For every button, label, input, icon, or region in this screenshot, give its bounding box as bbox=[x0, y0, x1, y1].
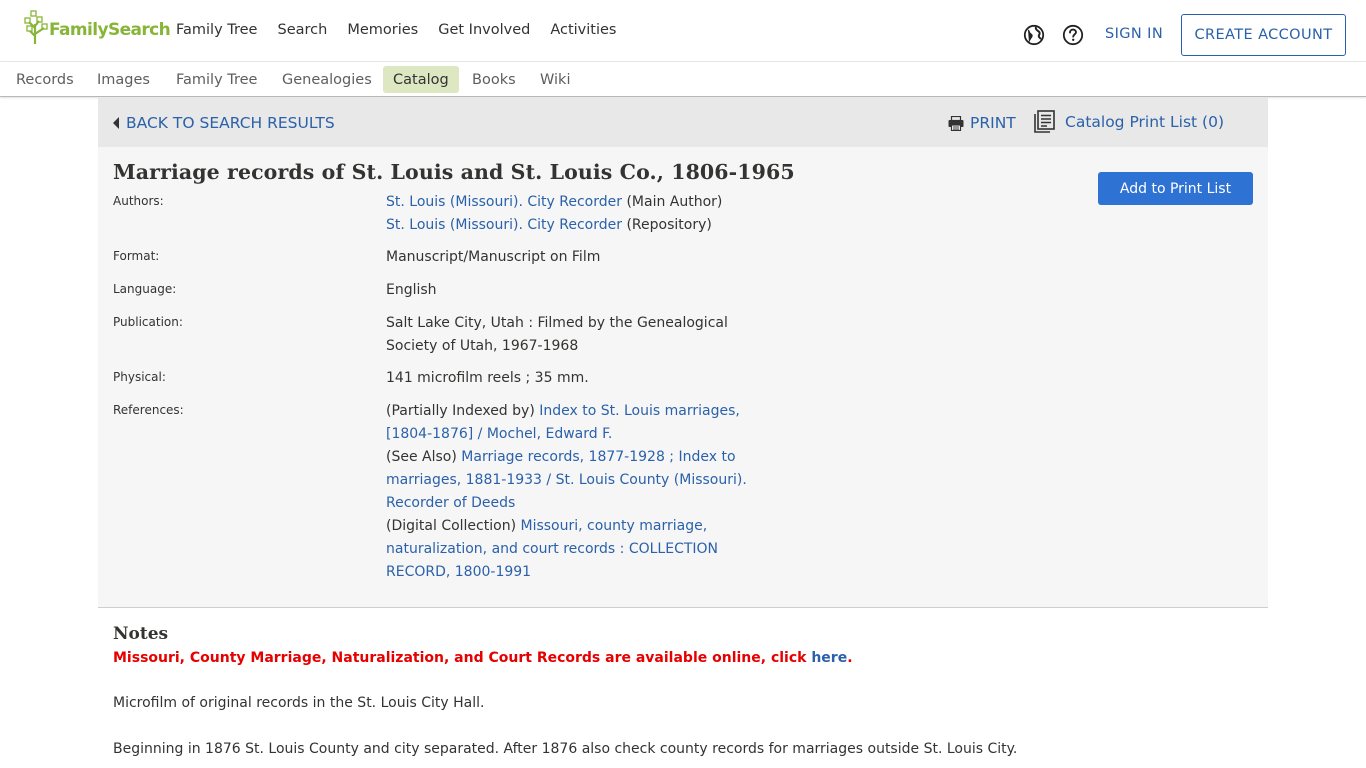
subnav-images[interactable]: Images bbox=[87, 66, 160, 93]
publication-label: Publication: bbox=[113, 315, 183, 329]
notes-here-link[interactable]: here bbox=[811, 650, 847, 666]
catalog-content: BACK TO SEARCH RESULTS PRINT Catalog Pri… bbox=[98, 97, 1268, 768]
reference-item: (Digital Collection) Missouri, county ma… bbox=[386, 515, 761, 584]
printer-icon bbox=[948, 115, 964, 131]
reference-item: (Partially Indexed by) Index to St. Loui… bbox=[386, 400, 761, 446]
language-value: English bbox=[386, 282, 437, 298]
help-circle-icon[interactable] bbox=[1062, 24, 1084, 46]
print-link[interactable]: PRINT bbox=[948, 114, 1016, 132]
back-to-search-results-link[interactable]: BACK TO SEARCH RESULTS bbox=[113, 114, 335, 132]
physical-label: Physical: bbox=[113, 370, 166, 384]
author-link[interactable]: St. Louis (Missouri). City Recorder bbox=[386, 194, 622, 210]
print-label: PRINT bbox=[970, 114, 1016, 132]
record-title: Marriage records of St. Louis and St. Lo… bbox=[113, 160, 795, 184]
author-role: (Repository) bbox=[626, 217, 712, 233]
create-account-button[interactable]: CREATE ACCOUNT bbox=[1181, 14, 1346, 56]
print-list-label: Catalog Print List (0) bbox=[1065, 112, 1225, 131]
globe-icon[interactable] bbox=[1023, 24, 1045, 46]
reference-prefix: (Partially Indexed by) bbox=[386, 403, 535, 419]
nav-search[interactable]: Search bbox=[277, 22, 327, 38]
main-nav: Family Tree Search Memories Get Involved… bbox=[176, 22, 636, 38]
language-label: Language: bbox=[113, 282, 177, 296]
catalog-print-list-link[interactable]: Catalog Print List (0) bbox=[1034, 110, 1224, 133]
references-label: References: bbox=[113, 403, 184, 417]
subnav-records[interactable]: Records bbox=[6, 66, 84, 93]
notes-heading: Notes bbox=[113, 624, 169, 644]
notes-alert-text: Missouri, County Marriage, Naturalizatio… bbox=[113, 650, 807, 666]
nav-activities[interactable]: Activities bbox=[550, 22, 616, 38]
subnav-family-tree[interactable]: Family Tree bbox=[166, 66, 267, 93]
authors-value: St. Louis (Missouri). City Recorder (Mai… bbox=[386, 191, 766, 237]
nav-get-involved[interactable]: Get Involved bbox=[438, 22, 530, 38]
tree-logo-icon bbox=[24, 10, 48, 44]
notes-paragraph: Beginning in 1876 St. Louis County and c… bbox=[113, 741, 1018, 757]
print-list-icon bbox=[1034, 110, 1055, 133]
author-link[interactable]: St. Louis (Missouri). City Recorder bbox=[386, 217, 622, 233]
format-label: Format: bbox=[113, 249, 160, 263]
add-to-print-list-button[interactable]: Add to Print List bbox=[1098, 172, 1253, 205]
publication-value: Salt Lake City, Utah : Filmed by the Gen… bbox=[386, 315, 728, 354]
back-label: BACK TO SEARCH RESULTS bbox=[126, 114, 335, 132]
logo-text: FamilySearch bbox=[49, 20, 171, 40]
references-value: (Partially Indexed by) Index to St. Loui… bbox=[386, 400, 761, 584]
physical-value: 141 microfilm reels ; 35 mm. bbox=[386, 370, 589, 386]
record-details: Marriage records of St. Louis and St. Lo… bbox=[98, 147, 1268, 608]
notes-alert-end: . bbox=[847, 650, 853, 666]
nav-family-tree[interactable]: Family Tree bbox=[176, 22, 257, 38]
author-row: St. Louis (Missouri). City Recorder (Rep… bbox=[386, 214, 766, 237]
subnav-books[interactable]: Books bbox=[462, 66, 526, 93]
notes-online-alert: Missouri, County Marriage, Naturalizatio… bbox=[113, 650, 853, 666]
notes-paragraph: Microfilm of original records in the St.… bbox=[113, 695, 485, 711]
caret-left-icon bbox=[113, 117, 119, 129]
record-toolbar: BACK TO SEARCH RESULTS PRINT Catalog Pri… bbox=[98, 97, 1268, 147]
reference-prefix: (See Also) bbox=[386, 449, 457, 465]
sub-nav: Records Images Family Tree Genealogies C… bbox=[0, 62, 1366, 97]
nav-memories[interactable]: Memories bbox=[347, 22, 418, 38]
familysearch-logo[interactable]: FamilySearch bbox=[24, 9, 171, 45]
sign-in-link[interactable]: SIGN IN bbox=[1105, 26, 1163, 42]
top-header: FamilySearch Family Tree Search Memories… bbox=[0, 0, 1366, 62]
author-row: St. Louis (Missouri). City Recorder (Mai… bbox=[386, 191, 766, 214]
author-role: (Main Author) bbox=[626, 194, 723, 210]
subnav-wiki[interactable]: Wiki bbox=[530, 66, 580, 93]
format-value: Manuscript/Manuscript on Film bbox=[386, 249, 601, 265]
subnav-catalog[interactable]: Catalog bbox=[383, 66, 459, 93]
subnav-genealogies[interactable]: Genealogies bbox=[272, 66, 382, 93]
authors-label: Authors: bbox=[113, 194, 164, 208]
reference-item: (See Also) Marriage records, 1877-1928 ;… bbox=[386, 446, 761, 515]
reference-prefix: (Digital Collection) bbox=[386, 518, 517, 534]
